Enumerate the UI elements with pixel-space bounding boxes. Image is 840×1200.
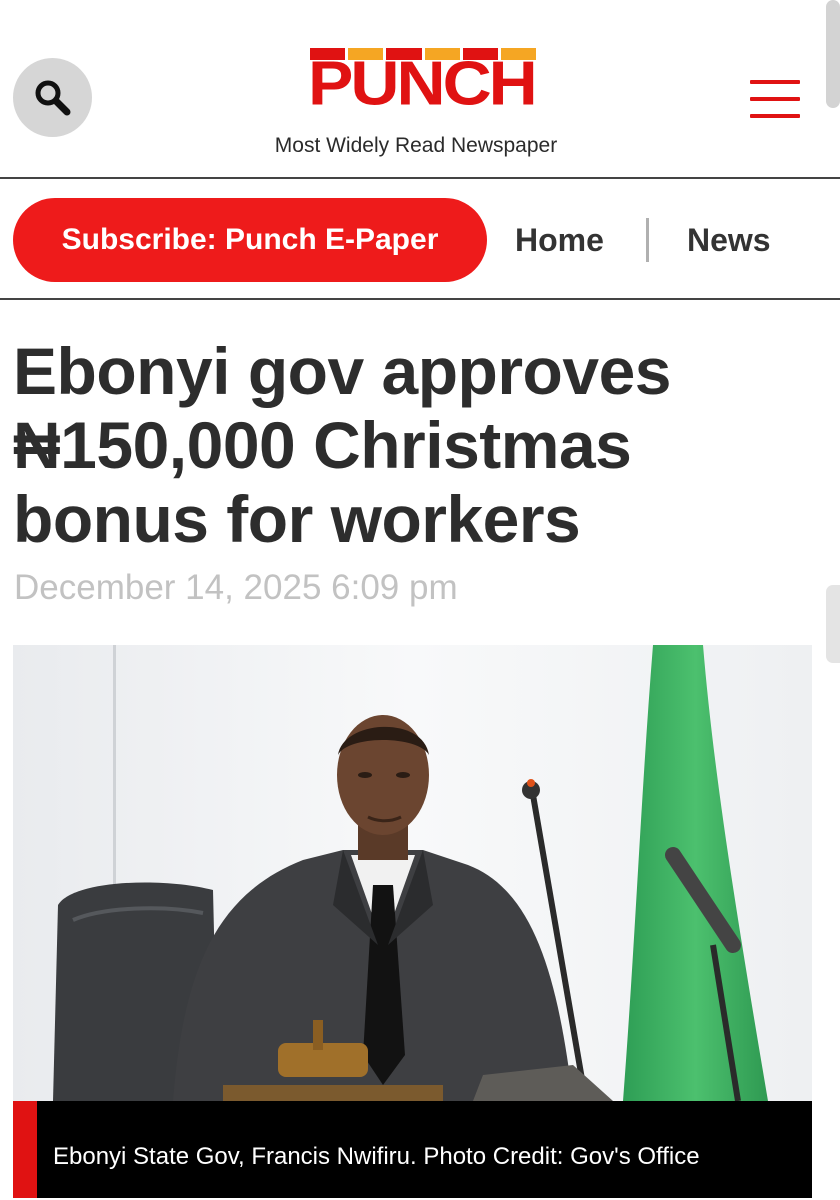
nav-item-news[interactable]: News [687, 222, 771, 259]
nav-bar: Subscribe: Punch E-Paper Home News [0, 180, 840, 298]
article-date: December 14, 2025 6:09 pm [14, 568, 458, 607]
header-divider [0, 177, 840, 179]
nav-item-home[interactable]: Home [515, 222, 604, 259]
nav-separator [646, 218, 649, 262]
article-headline: Ebonyi gov approves ₦150,000 Christmas b… [13, 334, 671, 556]
site-header: PUNCH Most Widely Read Newspaper [0, 0, 840, 178]
side-scroll-tab[interactable] [826, 585, 840, 663]
article-photo[interactable]: Ebonyi State Gov, Francis Nwifiru. Photo… [13, 645, 812, 1198]
logo-wordmark: PUNCH [308, 48, 538, 119]
governor-photo [13, 645, 812, 1102]
nav-divider [0, 298, 840, 300]
subscribe-epaper-button[interactable]: Subscribe: Punch E-Paper [13, 198, 487, 282]
menu-button[interactable] [750, 78, 802, 122]
caption-text: Ebonyi State Gov, Francis Nwifiru. Photo… [53, 1143, 700, 1170]
punch-logo[interactable]: PUNCH [300, 44, 540, 124]
search-icon [35, 80, 71, 116]
caption-accent-bar [13, 1101, 37, 1198]
site-tagline: Most Widely Read Newspaper [274, 134, 558, 157]
photo-caption: Ebonyi State Gov, Francis Nwifiru. Photo… [13, 1101, 812, 1198]
search-button[interactable] [13, 58, 92, 137]
scrollbar-thumb[interactable] [826, 0, 840, 108]
